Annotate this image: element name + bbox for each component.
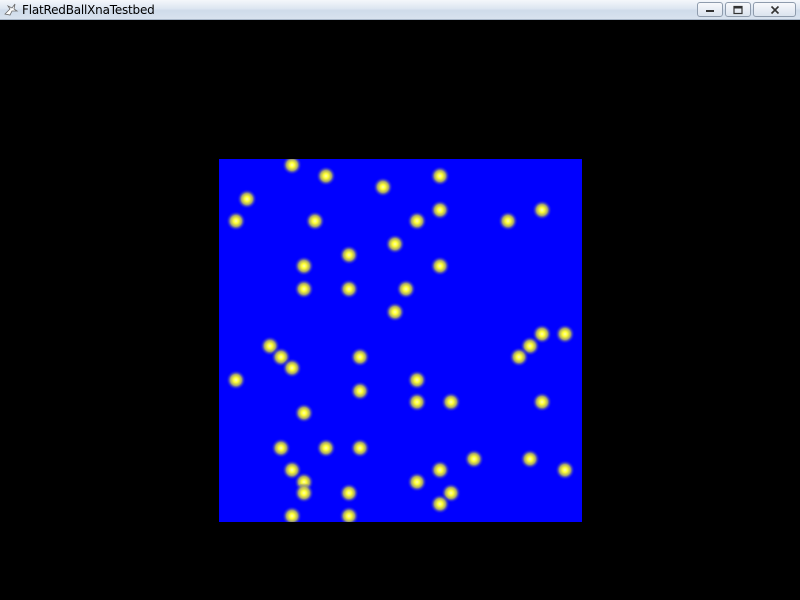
glowing-ball-sprite <box>339 279 359 299</box>
glowing-ball-sprite <box>305 211 325 231</box>
glowing-ball-sprite <box>226 370 246 390</box>
glowing-ball-sprite <box>464 449 484 469</box>
app-icon <box>3 2 19 18</box>
glowing-ball-sprite <box>350 347 370 367</box>
glowing-ball-sprite <box>316 166 336 186</box>
glowing-ball-sprite <box>282 159 302 175</box>
glowing-ball-sprite <box>396 279 416 299</box>
glowing-ball-sprite <box>430 166 450 186</box>
glowing-ball-sprite <box>555 324 575 344</box>
glowing-ball-sprite <box>430 200 450 220</box>
glowing-ball-sprite <box>294 403 314 423</box>
glowing-ball-sprite <box>407 472 427 492</box>
glowing-ball-sprite <box>555 460 575 480</box>
glowing-ball-sprite <box>339 506 359 522</box>
glowing-ball-sprite <box>520 449 540 469</box>
maximize-icon <box>733 5 743 14</box>
glowing-ball-sprite <box>407 370 427 390</box>
glowing-ball-sprite <box>339 245 359 265</box>
game-viewport[interactable] <box>0 20 800 600</box>
window-title: FlatRedBallXnaTestbed <box>22 3 155 17</box>
glowing-ball-sprite <box>532 392 552 412</box>
glowing-ball-sprite <box>498 211 518 231</box>
glowing-ball-sprite <box>407 211 427 231</box>
glowing-ball-sprite <box>430 494 450 514</box>
glowing-ball-sprite <box>430 460 450 480</box>
glowing-ball-sprite <box>271 438 291 458</box>
sprite-layer <box>226 159 575 522</box>
game-playfield[interactable] <box>219 159 582 522</box>
glowing-ball-sprite <box>373 177 393 197</box>
glowing-ball-sprite <box>294 483 314 503</box>
minimize-icon <box>706 9 714 12</box>
minimize-button[interactable] <box>697 2 723 17</box>
close-button[interactable] <box>753 2 796 17</box>
glowing-ball-sprite <box>532 200 552 220</box>
glowing-ball-sprite <box>282 358 302 378</box>
window-title-bar[interactable]: FlatRedBallXnaTestbed <box>0 0 800 20</box>
close-icon <box>770 5 779 14</box>
glowing-ball-sprite <box>226 211 246 231</box>
glowing-ball-sprite <box>350 381 370 401</box>
glowing-ball-sprite <box>509 347 529 367</box>
glowing-ball-sprite <box>282 506 302 522</box>
glowing-ball-sprite <box>237 189 257 209</box>
glowing-ball-sprite <box>407 392 427 412</box>
glowing-ball-sprite <box>385 302 405 322</box>
caption-buttons <box>697 2 796 17</box>
glowing-ball-sprite <box>316 438 336 458</box>
glowing-ball-sprite <box>441 392 461 412</box>
maximize-button[interactable] <box>725 2 751 17</box>
glowing-ball-sprite <box>350 438 370 458</box>
glowing-ball-sprite <box>339 483 359 503</box>
glowing-ball-sprite <box>294 256 314 276</box>
glowing-ball-sprite <box>294 279 314 299</box>
glowing-ball-sprite <box>430 256 450 276</box>
glowing-ball-sprite <box>385 234 405 254</box>
